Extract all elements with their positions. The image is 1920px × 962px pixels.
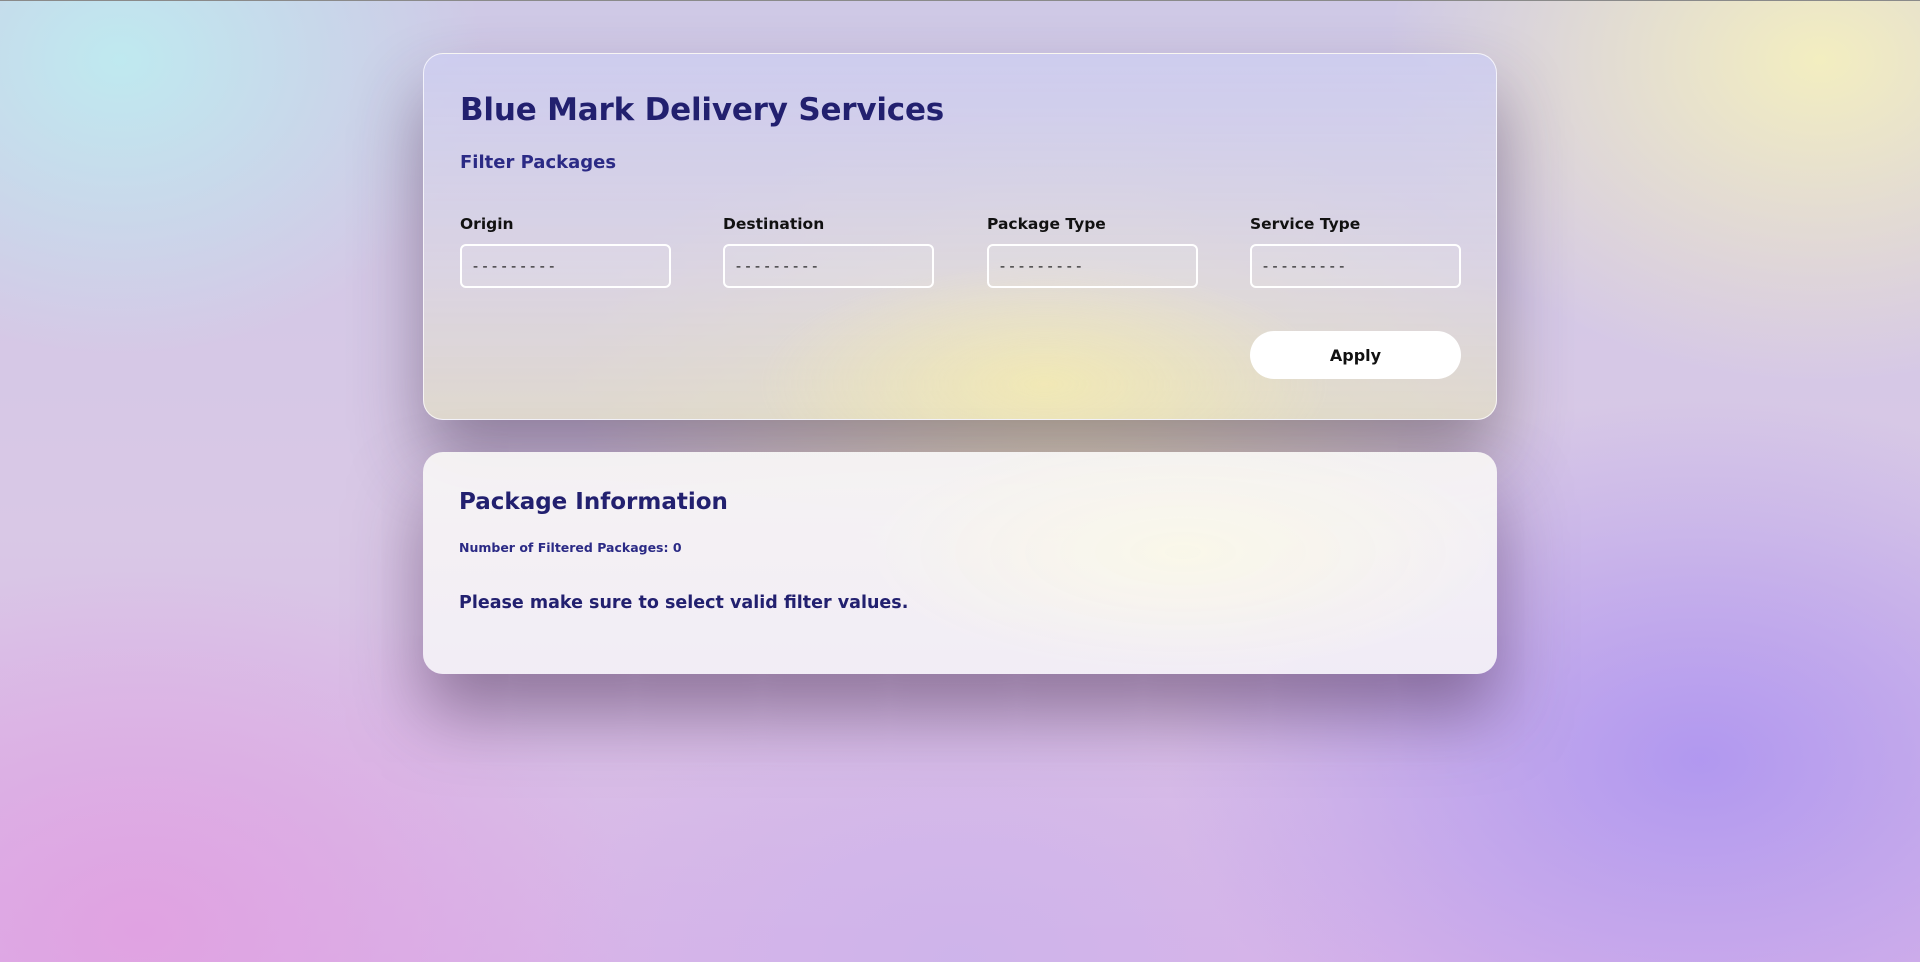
package-info-title: Package Information (459, 489, 728, 515)
package-info-card: Package Information Number of Filtered P… (423, 452, 1497, 674)
filter-section-title: Filter Packages (460, 152, 617, 173)
destination-select[interactable]: --------- (723, 244, 934, 288)
origin-select[interactable]: --------- (460, 244, 671, 288)
package-type-label: Package Type (987, 215, 1106, 233)
validation-message: Please make sure to select valid filter … (459, 593, 909, 613)
filter-card: Blue Mark Delivery Services Filter Packa… (423, 53, 1497, 420)
apply-button[interactable]: Apply (1250, 331, 1461, 379)
service-type-select[interactable]: --------- (1250, 244, 1461, 288)
origin-field: Origin --------- (460, 215, 671, 288)
destination-label: Destination (723, 215, 825, 233)
app-title: Blue Mark Delivery Services (460, 92, 945, 128)
top-border-line (0, 0, 1920, 1)
filtered-count: Number of Filtered Packages: 0 (459, 540, 682, 555)
package-type-select[interactable]: --------- (987, 244, 1198, 288)
service-type-label: Service Type (1250, 215, 1361, 233)
destination-field: Destination --------- (723, 215, 934, 288)
service-type-field: Service Type --------- (1250, 215, 1461, 288)
origin-label: Origin (460, 215, 514, 233)
package-type-field: Package Type --------- (987, 215, 1198, 288)
